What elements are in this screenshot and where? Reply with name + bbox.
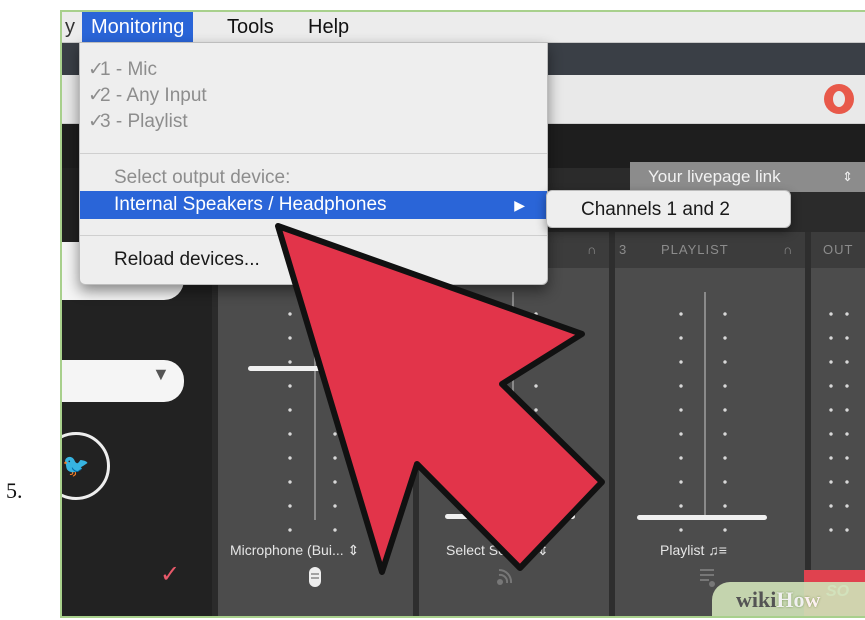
app-window: y Monitoring Tools Help Your livepage li… [62, 12, 865, 616]
screenshot-frame: y Monitoring Tools Help Your livepage li… [60, 10, 865, 618]
step-number: 5. [6, 478, 23, 503]
pointer-arrow-icon [275, 223, 605, 575]
